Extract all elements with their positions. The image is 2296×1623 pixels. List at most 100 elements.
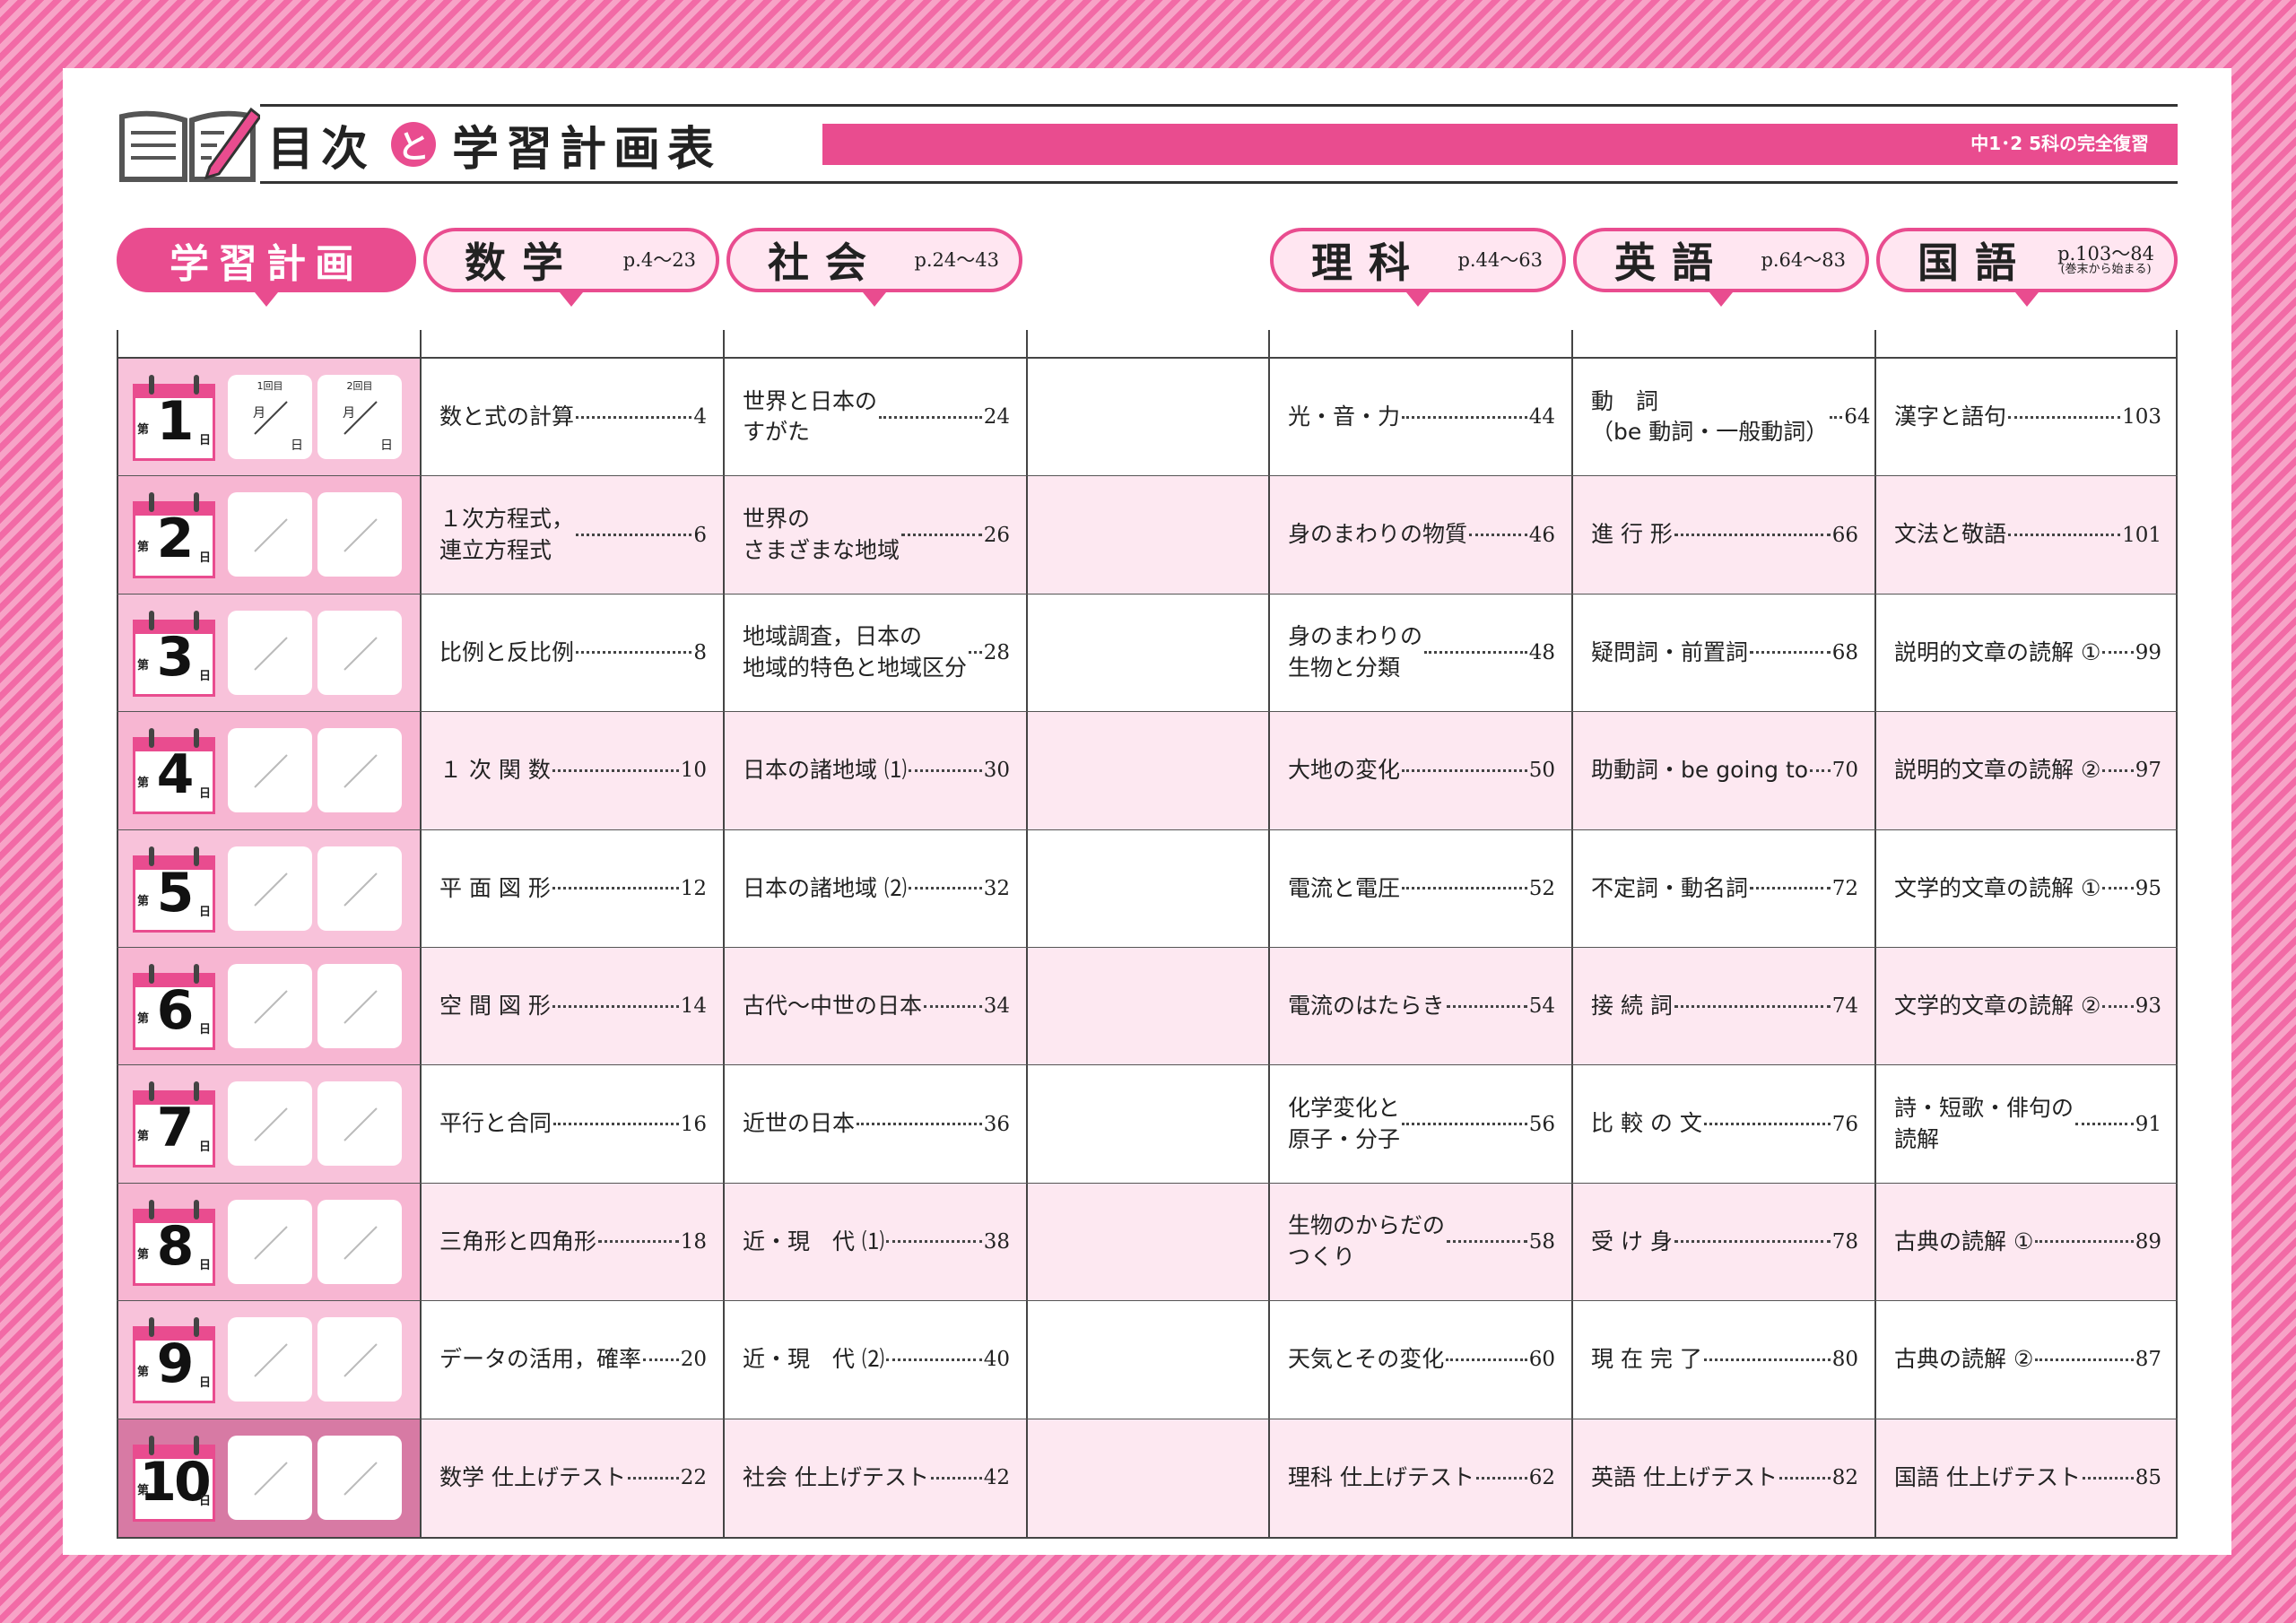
table-row: 第 10 日 数学 仕上げテスト 22 社会 仕上げテスト 42 理科 仕上げテスト 62 英語 … xyxy=(117,1419,2178,1537)
row-right-border xyxy=(2176,594,2178,712)
toc-entry[interactable]: 光・音・力 44 xyxy=(1288,402,1555,433)
toc-entry[interactable]: 動 詞 （be 動詞・一般動詞） 64 xyxy=(1591,386,1870,448)
date-entry-box[interactable] xyxy=(317,1081,402,1167)
toc-entry[interactable]: 身のまわりの 生物と分類 48 xyxy=(1288,621,1555,683)
toc-entry[interactable]: 不定詞・動名詞 72 xyxy=(1591,873,1858,905)
cell-japanese: 文法と敬語 101 xyxy=(1874,476,2178,594)
page-number: 80 xyxy=(1831,1348,1858,1372)
date-entry-box[interactable] xyxy=(317,728,402,813)
column-tick xyxy=(723,330,725,357)
toc-entry[interactable]: 数学 仕上げテスト 22 xyxy=(439,1462,707,1494)
toc-entry[interactable]: 空 間 図 形 14 xyxy=(439,991,707,1022)
date-entry-box[interactable] xyxy=(228,610,312,695)
toc-entry[interactable]: 数と式の計算 4 xyxy=(439,402,707,433)
topic-title: 接 続 詞 xyxy=(1591,992,1673,1019)
page-number: 56 xyxy=(1528,1112,1555,1136)
toc-entry[interactable]: 比例と反比例 8 xyxy=(439,638,707,669)
toc-entry[interactable]: 社会 仕上げテスト 42 xyxy=(743,1462,1010,1494)
toc-entry[interactable]: 生物のからだの つくり 58 xyxy=(1288,1211,1555,1272)
title-connector: と xyxy=(391,122,437,167)
toc-entry[interactable]: 古典の読解 ① 89 xyxy=(1894,1227,2161,1258)
calendar-ring xyxy=(194,846,199,866)
page-number: 60 xyxy=(1528,1348,1555,1372)
date-entry-box[interactable]: 2回目月日 xyxy=(317,375,402,459)
slash-icon xyxy=(254,1461,288,1496)
cell-empty xyxy=(1026,1419,1268,1537)
toc-entry[interactable]: 電流と電圧 52 xyxy=(1288,873,1555,905)
toc-entry[interactable]: １次方程式， 連立方程式 6 xyxy=(439,504,707,566)
toc-entry[interactable]: 近・現 代 ⑴ 38 xyxy=(743,1227,1010,1258)
date-entry-box[interactable] xyxy=(317,1199,402,1284)
date-entry-box[interactable] xyxy=(228,728,312,813)
toc-entry[interactable]: 説明的文章の読解 ① 99 xyxy=(1894,638,2161,669)
toc-entry[interactable]: 地域調査，日本の 地域的特色と地域区分 28 xyxy=(743,621,1010,683)
date-entry-box[interactable]: 1回目月日 xyxy=(228,375,312,459)
page-number: 32 xyxy=(983,876,1010,900)
plan-cell: 第6日 xyxy=(117,947,420,1065)
toc-entry[interactable]: 詩・短歌・俳句の 読解 91 xyxy=(1894,1093,2161,1155)
toc-entry[interactable]: 古典の読解 ② 87 xyxy=(1894,1344,2161,1376)
cell-empty xyxy=(1026,947,1268,1065)
toc-entry[interactable]: 大地の変化 50 xyxy=(1288,755,1555,786)
day-suffix: 日 xyxy=(198,1022,211,1037)
date-entry-box[interactable] xyxy=(228,1317,312,1402)
toc-entry[interactable]: 疑問詞・前置詞 68 xyxy=(1591,638,1858,669)
toc-entry[interactable]: 国語 仕上げテスト 85 xyxy=(1894,1462,2161,1494)
toc-entry[interactable]: 日本の諸地域 ⑴ 30 xyxy=(743,755,1010,786)
toc-entry[interactable]: 電流のはたらき 54 xyxy=(1288,991,1555,1022)
toc-entry[interactable]: 現 在 完 了 80 xyxy=(1591,1344,1858,1376)
cell-japanese: 古典の読解 ① 89 xyxy=(1874,1183,2178,1301)
dot-leader xyxy=(1469,534,1527,537)
toc-entry[interactable]: 理科 仕上げテスト 62 xyxy=(1288,1462,1555,1494)
toc-entry[interactable]: データの活用，確率 20 xyxy=(439,1344,707,1376)
date-entry-box[interactable] xyxy=(228,846,312,931)
toc-entry[interactable]: 受 け 身 78 xyxy=(1591,1227,1858,1258)
toc-entry[interactable]: 文学的文章の読解 ② 93 xyxy=(1894,991,2161,1022)
toc-entry[interactable]: 日本の諸地域 ⑵ 32 xyxy=(743,873,1010,905)
date-entry-box[interactable] xyxy=(228,1199,312,1284)
toc-entry[interactable]: 化学変化と 原子・分子 56 xyxy=(1288,1093,1555,1155)
toc-entry[interactable]: 助動詞・be going to 70 xyxy=(1591,755,1858,786)
toc-entry[interactable]: 近世の日本 36 xyxy=(743,1108,1010,1140)
date-entry-box[interactable] xyxy=(317,1435,402,1520)
date-entry-box[interactable] xyxy=(317,846,402,931)
toc-entry[interactable]: 比 較 の 文 76 xyxy=(1591,1108,1858,1140)
row-right-border xyxy=(2176,712,2178,829)
down-arrow-icon xyxy=(1406,292,1430,307)
toc-entry[interactable]: 近・現 代 ⑵ 40 xyxy=(743,1344,1010,1376)
toc-entry[interactable]: 説明的文章の読解 ② 97 xyxy=(1894,755,2161,786)
date-entry-box[interactable] xyxy=(228,963,312,1048)
date-entry-box[interactable] xyxy=(228,1435,312,1520)
slash-icon xyxy=(344,518,378,553)
plan-cell: 第9日 xyxy=(117,1301,420,1419)
down-arrow-icon xyxy=(255,292,278,307)
toc-entry[interactable]: 身のまわりの物質 46 xyxy=(1288,519,1555,551)
toc-entry[interactable]: 古代〜中世の日本 34 xyxy=(743,991,1010,1022)
date-entry-box[interactable] xyxy=(317,963,402,1048)
subject-japanese: 国語 p.103〜84 (巻末から始まる) xyxy=(1876,228,2178,307)
toc-entry[interactable]: 平行と合同 16 xyxy=(439,1108,707,1140)
date-entry-box[interactable] xyxy=(317,492,402,577)
toc-entry[interactable]: １ 次 関 数 10 xyxy=(439,755,707,786)
date-entry-box[interactable] xyxy=(317,610,402,695)
toc-entry[interactable]: 文学的文章の読解 ① 95 xyxy=(1894,873,2161,905)
toc-entry[interactable]: 文法と敬語 101 xyxy=(1894,519,2161,551)
topic-title: 日本の諸地域 ⑵ xyxy=(743,874,907,901)
toc-entry[interactable]: 三角形と四角形 18 xyxy=(439,1227,707,1258)
cell-empty xyxy=(1026,476,1268,594)
toc-entry[interactable]: 天気とその変化 60 xyxy=(1288,1344,1555,1376)
date-entry-box[interactable] xyxy=(228,1081,312,1167)
toc-entry[interactable]: 世界と日本の すがた 24 xyxy=(743,386,1010,448)
toc-entry[interactable]: 平 面 図 形 12 xyxy=(439,873,707,905)
toc-entry[interactable]: 英語 仕上げテスト 82 xyxy=(1591,1462,1858,1494)
row-right-border xyxy=(2176,829,2178,947)
cell-social: 世界と日本の すがた 24 xyxy=(723,359,1026,476)
toc-entry[interactable]: 進 行 形 66 xyxy=(1591,519,1858,551)
cell-science: 生物のからだの つくり 58 xyxy=(1268,1183,1571,1301)
toc-entry[interactable]: 接 続 詞 74 xyxy=(1591,991,1858,1022)
cell-math: 平 面 図 形 12 xyxy=(420,829,723,947)
date-entry-box[interactable] xyxy=(228,492,312,577)
toc-entry[interactable]: 世界の さまざまな地域 26 xyxy=(743,504,1010,566)
date-entry-box[interactable] xyxy=(317,1317,402,1402)
toc-entry[interactable]: 漢字と語句 103 xyxy=(1894,402,2161,433)
